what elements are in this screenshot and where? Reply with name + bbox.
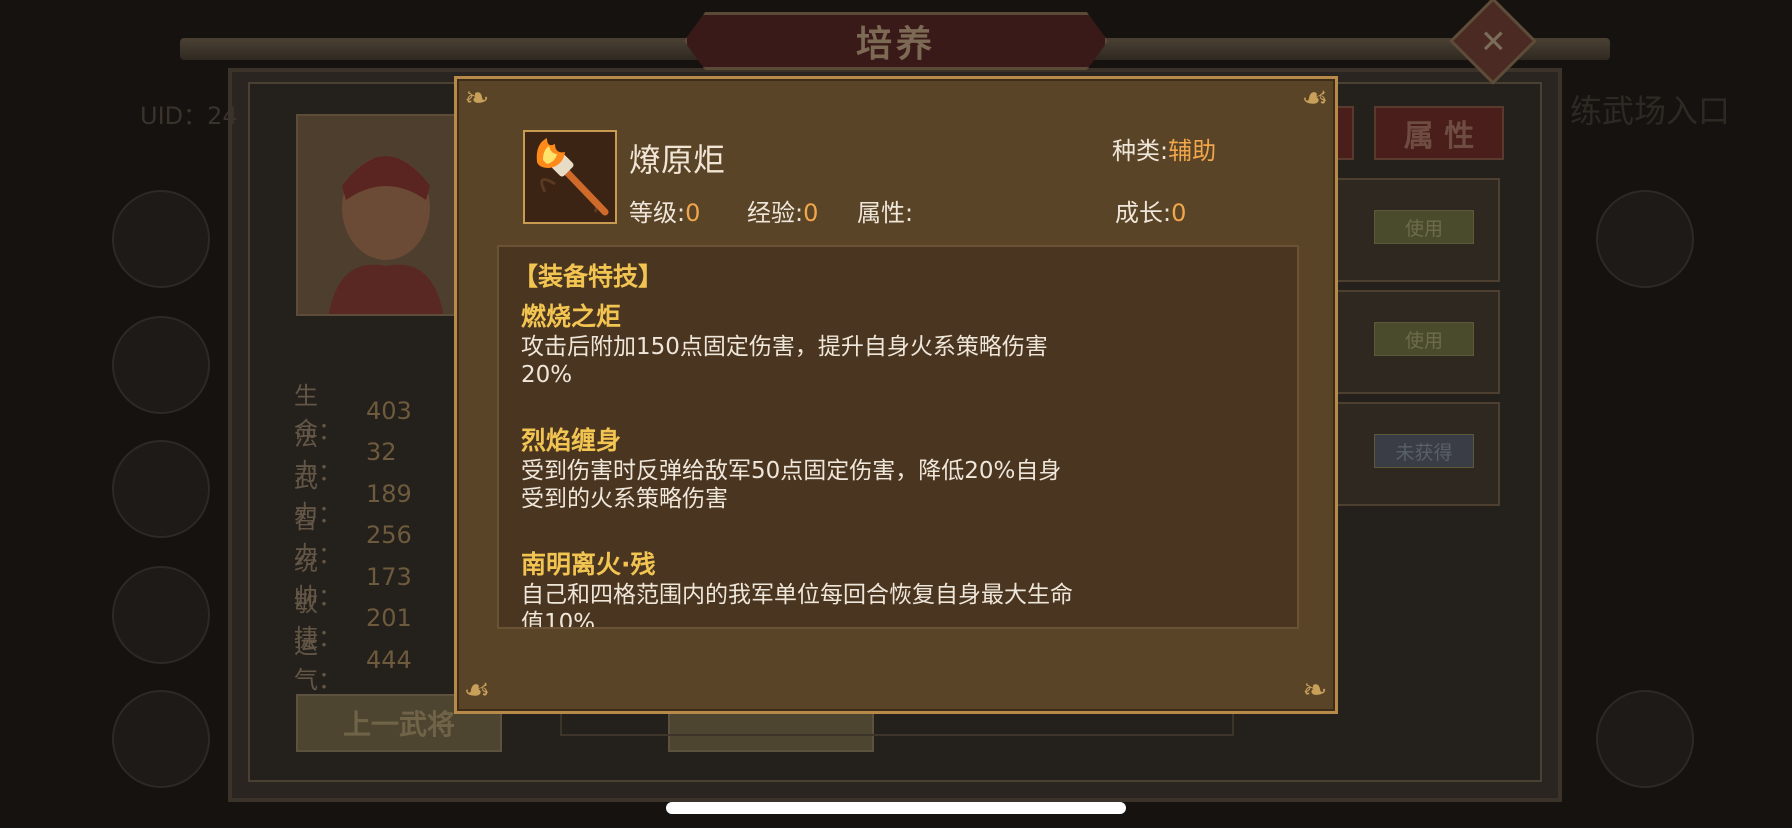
attribute-label: 属性: <box>857 199 914 227</box>
window-title-plaque: 培养 <box>684 12 1108 70</box>
category-value: 辅助 <box>1168 137 1217 165</box>
bottom-panel-edge <box>560 714 1234 736</box>
level-label: 等级: <box>629 199 686 227</box>
stat-value: 256 <box>366 521 412 550</box>
tab-attribute[interactable]: 属 性 <box>1374 106 1504 160</box>
stat-value: 173 <box>366 562 412 591</box>
equipment-slot-3: 未获得 <box>1324 402 1500 506</box>
left-nav-icon-5[interactable] <box>112 690 210 788</box>
skill-desc: 受到伤害时反弹给敌军50点固定伤害，降低20%自身受到的火系策略伤害 <box>521 458 1062 512</box>
general-stats: 生命： 403 法力： 32 武力： 189 智力： 256 统帅： 173 敏捷： 201… <box>294 382 412 694</box>
exp-value: 0 <box>803 199 819 227</box>
stat-row: 运气： 444 <box>294 631 412 694</box>
corner-ornament: ☙ <box>1301 81 1329 116</box>
skills-panel[interactable]: 【装备特技】 燃烧之炬 攻击后附加150点固定伤害，提升自身火系策略伤害20% … <box>497 245 1299 629</box>
item-exp: 经验:0 <box>747 193 818 228</box>
skill-desc: 自己和四格范围内的我军单位每回合恢复自身最大生命值10% <box>521 582 1073 629</box>
corner-ornament: ☙ <box>463 673 491 708</box>
use-button-2[interactable]: 使用 <box>1374 322 1474 356</box>
general-portrait <box>296 114 466 316</box>
training-ground-link[interactable]: 练武场入口 <box>1570 86 1730 132</box>
stat-value: 444 <box>366 645 412 674</box>
left-nav-icon-4[interactable] <box>112 566 210 664</box>
item-icon-frame <box>523 130 617 224</box>
corner-ornament: ❧ <box>1302 673 1328 708</box>
home-indicator[interactable] <box>666 802 1126 814</box>
use-button-1[interactable]: 使用 <box>1374 210 1474 244</box>
growth-value: 0 <box>1171 199 1187 227</box>
skill-item: 南明离火·残 自己和四格范围内的我军单位每回合恢复自身最大生命值10% <box>521 549 1081 629</box>
skill-name: 南明离火·残 <box>521 550 656 579</box>
skill-item: 燃烧之炬 攻击后附加150点固定伤害，提升自身火系策略伤害20% <box>521 301 1081 389</box>
item-growth: 成长:0 <box>1115 193 1186 228</box>
torch-icon <box>525 132 615 222</box>
exp-label: 经验: <box>747 199 804 227</box>
stat-value: 403 <box>366 396 412 425</box>
general-portrait-image <box>298 116 464 314</box>
window-title: 培养 <box>855 23 936 65</box>
stat-label: 运气： <box>294 630 342 694</box>
item-level: 等级:0 <box>629 193 700 228</box>
left-nav-icon-1[interactable] <box>112 190 210 288</box>
item-attribute: 属性: <box>857 193 913 228</box>
item-category: 种类:辅助 <box>1112 131 1216 166</box>
right-nav-icon-1[interactable] <box>1596 190 1694 288</box>
item-name: 燎原炬 <box>629 141 726 179</box>
category-label: 种类: <box>1112 137 1169 165</box>
skill-item: 烈焰缠身 受到伤害时反弹给敌军50点固定伤害，降低20%自身受到的火系策略伤害 <box>521 425 1081 513</box>
right-nav-icon-2[interactable] <box>1596 690 1694 788</box>
left-nav-icon-3[interactable] <box>112 440 210 538</box>
skill-name: 燃烧之炬 <box>521 302 622 331</box>
equipment-slot-1: 使用 <box>1324 178 1500 282</box>
corner-ornament: ❧ <box>464 81 490 116</box>
stat-value: 201 <box>366 604 412 633</box>
level-value: 0 <box>685 199 701 227</box>
close-icon[interactable]: ✕ <box>1480 22 1507 60</box>
not-obtained-button[interactable]: 未获得 <box>1374 434 1474 468</box>
skill-name: 烈焰缠身 <box>521 426 622 455</box>
item-detail-modal[interactable]: ❧ ☙ ☙ ❧ 燎原炬 种类:辅助 等级:0 经验:0 属性: 成长:0 【装备… <box>454 76 1338 714</box>
stat-value: 32 <box>366 438 397 467</box>
stat-value: 189 <box>366 479 412 508</box>
skill-desc: 攻击后附加150点固定伤害，提升自身火系策略伤害20% <box>521 334 1048 388</box>
skills-header: 【装备特技】 <box>513 262 664 291</box>
equipment-slot-2: 使用 <box>1324 290 1500 394</box>
uid-text: UID：24 <box>140 102 238 130</box>
left-nav-icon-2[interactable] <box>112 316 210 414</box>
growth-label: 成长: <box>1115 199 1172 227</box>
